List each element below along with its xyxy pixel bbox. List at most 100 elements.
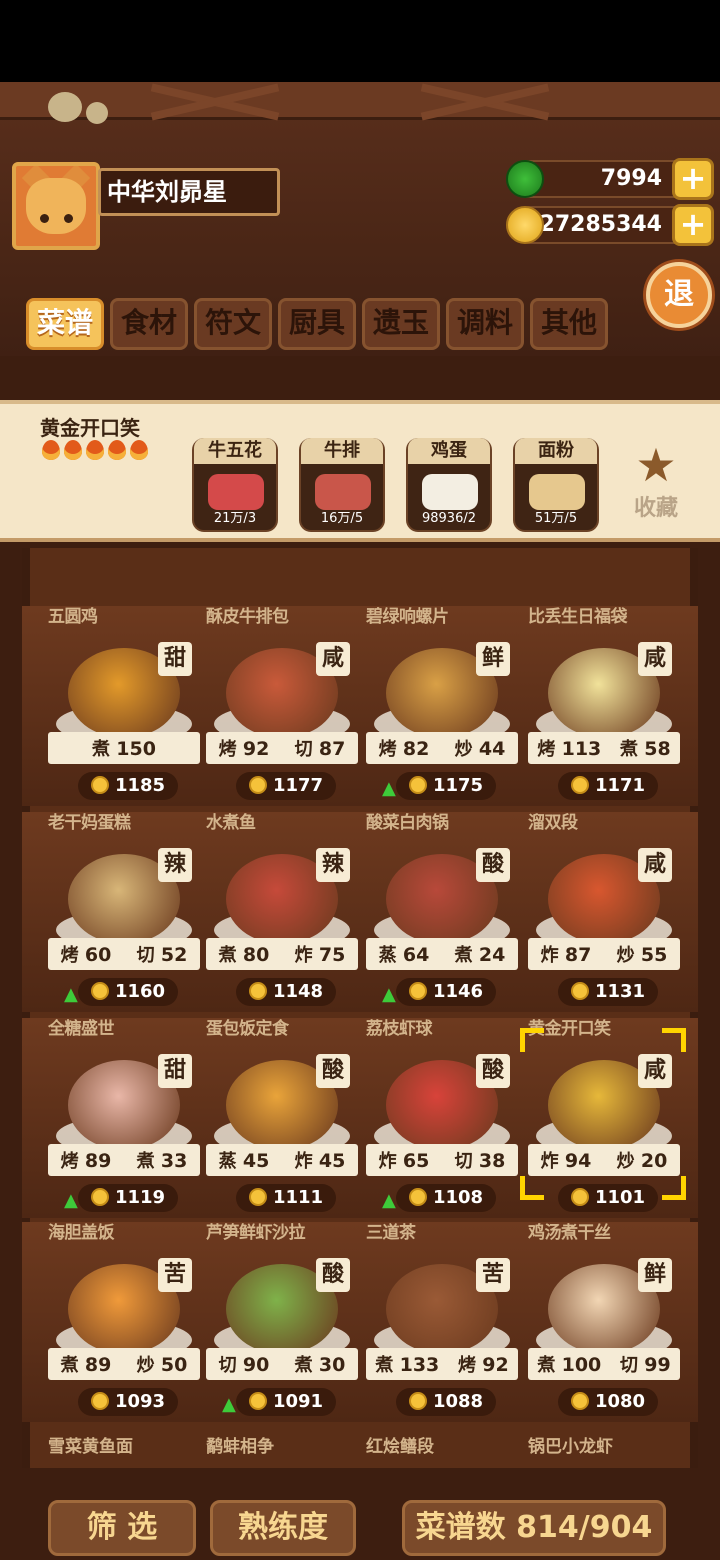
ingredient-name: 面粉	[515, 438, 597, 464]
cooking-methods: 煮 133 烤 92	[366, 1348, 518, 1380]
tab-seasoning[interactable]: 调料	[446, 298, 524, 350]
beam-brace	[420, 86, 550, 116]
recipe-name: 蛋包饭定食	[206, 1019, 289, 1039]
tab-ingredients[interactable]: 食材	[110, 298, 188, 350]
flame-icon	[86, 440, 104, 460]
selection-corner	[520, 1028, 544, 1052]
flame-icon	[108, 440, 126, 460]
method-1: 烤 82	[378, 738, 430, 760]
ingredient-count: 16万/5	[320, 511, 364, 526]
cooking-methods: 煮 100 切 99	[528, 1348, 680, 1380]
roof-beam	[0, 82, 720, 120]
recipe-card[interactable]: 三道茶苦煮 133 烤 92 1088	[366, 1222, 518, 1422]
flame-icon	[64, 440, 82, 460]
method-2: 炒 50	[136, 1354, 188, 1376]
recipe-card[interactable]: 海胆盖饭苦煮 89 炒 50 1093	[48, 1222, 200, 1422]
recipe-price: 1119	[78, 1184, 178, 1212]
method-1: 煮 89	[60, 1354, 112, 1376]
recipe-card[interactable]: 碧绿响螺片鲜烤 82 炒 44 ▲ 1175	[366, 606, 518, 806]
ingredient-slot[interactable]: 牛排 16万/5	[299, 438, 385, 532]
coin-icon	[570, 776, 589, 794]
recipe-price: 1185	[78, 772, 178, 800]
ingredient-slot[interactable]: 牛五花 21万/3	[192, 438, 278, 532]
tab-runes[interactable]: 符文	[194, 298, 272, 350]
method-1: 煮 150	[92, 738, 156, 760]
recipe-name: 酥皮牛排包	[206, 607, 289, 627]
recipe-name: 海胆盖饭	[48, 1223, 115, 1243]
cooking-methods: 烤 92 切 87	[206, 732, 358, 764]
exit-button[interactable]: 退	[646, 262, 712, 328]
coin-icon	[570, 1188, 589, 1206]
add-coins-button[interactable]: +	[672, 204, 714, 246]
cooking-methods: 炸 87 炒 55	[528, 938, 680, 970]
recipe-name: 碧绿响螺片	[366, 607, 449, 627]
difficulty-flames	[42, 440, 148, 460]
cooking-methods: 蒸 45 炸 45	[206, 1144, 358, 1176]
recipe-card[interactable]: 酸菜白肉锅酸蒸 64 煮 24 ▲ 1146	[366, 812, 518, 1012]
coin-value: 27285344	[539, 212, 662, 237]
tab-utensils[interactable]: 厨具	[278, 298, 356, 350]
recipe-card[interactable]: 五圆鸡甜煮 150 1185	[48, 606, 200, 806]
cooking-methods: 炸 65 切 38	[366, 1144, 518, 1176]
recipe-name: 比丢生日福袋	[528, 607, 628, 627]
taste-badge: 酸	[476, 1054, 510, 1088]
mastery-button[interactable]: 熟练度	[210, 1500, 356, 1556]
filter-button[interactable]: 筛 选	[48, 1500, 196, 1556]
ingredient-slot[interactable]: 面粉 51万/5	[513, 438, 599, 532]
tab-relics[interactable]: 遗玉	[362, 298, 440, 350]
recipe-card[interactable]: 酥皮牛排包咸烤 92 切 87 1177	[206, 606, 358, 806]
recipe-name-partial[interactable]: 锅巴小龙虾	[528, 1432, 613, 1457]
recipe-card[interactable]: 水煮鱼辣煮 80 炸 75 1148	[206, 812, 358, 1012]
recipe-card[interactable]: 溜双段咸炸 87 炒 55 1131	[528, 812, 680, 1012]
recipe-card[interactable]: 芦笋鲜虾沙拉酸切 90 煮 30 ▲ 1091	[206, 1222, 358, 1422]
recipe-card[interactable]: 全糖盛世甜烤 89 煮 33 ▲ 1119	[48, 1018, 200, 1218]
cooking-methods: 蒸 64 煮 24	[366, 938, 518, 970]
steak-icon	[315, 474, 371, 510]
tab-recipes[interactable]: 菜谱	[26, 298, 104, 350]
ingredient-slot[interactable]: 鸡蛋 98936/2	[406, 438, 492, 532]
cooking-methods: 烤 89 煮 33	[48, 1144, 200, 1176]
selection-corner	[662, 1176, 686, 1200]
method-1: 煮 133	[375, 1354, 440, 1376]
recipe-card[interactable]: 蛋包饭定食酸蒸 45 炸 45 1111	[206, 1018, 358, 1218]
egg-icon	[422, 474, 478, 510]
flour-sack-icon	[529, 474, 585, 510]
chick-icon	[86, 102, 108, 124]
recipe-name-partial[interactable]: 雪菜黄鱼面	[48, 1432, 133, 1457]
recipe-card[interactable]: 比丢生日福袋咸烤 113 煮 58 1171	[528, 606, 680, 806]
method-2: 炸 45	[294, 1150, 346, 1172]
add-jade-button[interactable]: +	[672, 158, 714, 200]
favorite-label: 收藏	[633, 496, 678, 521]
avatar[interactable]	[12, 162, 100, 250]
method-2: 炒 44	[454, 738, 506, 760]
recipe-card[interactable]: 荔枝虾球酸炸 65 切 38 ▲ 1108	[366, 1018, 518, 1218]
recipe-price: 1160	[78, 978, 178, 1006]
favorite-button[interactable]: ★ 收藏	[626, 440, 686, 530]
method-2: 煮 33	[136, 1150, 188, 1172]
star-icon: ★	[635, 438, 677, 492]
recipe-detail-title: 黄金开口笑	[40, 416, 140, 440]
recipe-price: 1080	[558, 1388, 658, 1416]
recipe-card[interactable]: 老干妈蛋糕辣烤 60 切 52 ▲ 1160	[48, 812, 200, 1012]
recipe-card[interactable]: 鸡汤煮干丝鲜煮 100 切 99 1080	[528, 1222, 680, 1422]
arrow-up-icon: ▲	[382, 984, 396, 1005]
recipe-name-partial[interactable]: 鹬蚌相争	[206, 1432, 274, 1457]
recipe-name-partial[interactable]: 红烩鳝段	[366, 1432, 434, 1457]
recipe-name: 溜双段	[528, 813, 578, 833]
method-1: 蒸 45	[218, 1150, 270, 1172]
tab-other[interactable]: 其他	[530, 298, 608, 350]
recipe-card[interactable]: 黄金开口笑咸炸 94 炒 20 1101	[528, 1018, 680, 1218]
recipe-name: 老干妈蛋糕	[48, 813, 131, 833]
coin-icon	[408, 1392, 427, 1410]
method-2: 炒 20	[616, 1150, 668, 1172]
taste-badge: 咸	[638, 848, 672, 882]
selection-corner	[662, 1028, 686, 1052]
ingredient-count: 98936/2	[421, 511, 476, 526]
recipe-name: 水煮鱼	[206, 813, 256, 833]
recipe-name: 鸡汤煮干丝	[528, 1223, 611, 1243]
taste-badge: 甜	[158, 1054, 192, 1088]
cooking-methods: 烤 82 炒 44	[366, 732, 518, 764]
cooking-methods: 煮 150	[48, 732, 200, 764]
taste-badge: 鲜	[638, 1258, 672, 1292]
recipe-price: 1101	[558, 1184, 658, 1212]
